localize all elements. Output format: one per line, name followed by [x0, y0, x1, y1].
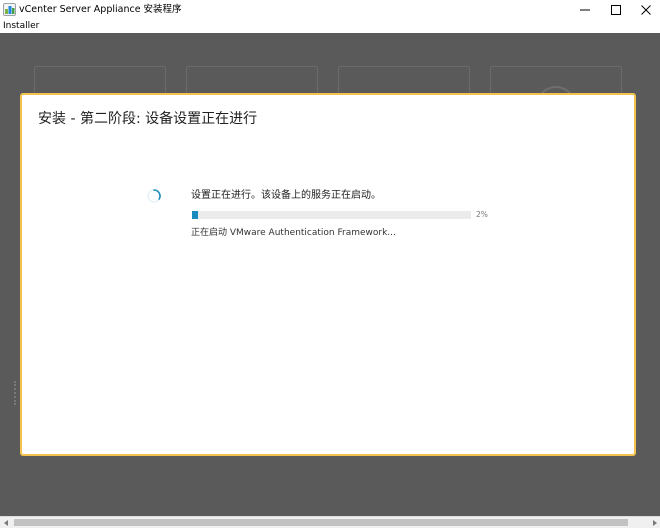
window-title: vCenter Server Appliance 安装程序 — [19, 4, 182, 15]
scrollbar-thumb[interactable] — [14, 519, 628, 526]
loading-spinner-icon — [147, 189, 161, 203]
vcenter-app-icon — [3, 3, 16, 16]
chevron-right-icon — [652, 519, 657, 526]
status-message: 设置正在进行。该设备上的服务正在启动。 — [191, 190, 381, 201]
menubar: Installer — [0, 20, 660, 33]
scroll-right-button[interactable] — [648, 517, 660, 528]
progress-detail: 正在启动 VMware Authentication Framework... — [191, 228, 396, 238]
background-dots — [14, 381, 18, 405]
maximize-icon — [611, 5, 621, 15]
window-titlebar[interactable]: vCenter Server Appliance 安装程序 — [0, 0, 660, 20]
progress-bar — [192, 211, 471, 219]
dialog-title: 安装 - 第二阶段: 设备设置正在进行 — [38, 111, 258, 127]
scroll-left-button[interactable] — [0, 517, 12, 528]
horizontal-scrollbar[interactable] — [0, 516, 660, 528]
install-progress-dialog: 安装 - 第二阶段: 设备设置正在进行 设置正在进行。该设备上的服务正在启动。 … — [20, 93, 636, 456]
progress-bar-fill — [192, 211, 198, 219]
progress-percent: 2% — [476, 210, 488, 219]
minimize-icon — [580, 9, 590, 11]
menu-item-installer[interactable]: Installer — [3, 20, 39, 33]
chevron-left-icon — [3, 519, 8, 526]
dialog-divider — [22, 143, 634, 144]
close-icon — [641, 5, 651, 15]
close-button[interactable] — [626, 0, 660, 20]
